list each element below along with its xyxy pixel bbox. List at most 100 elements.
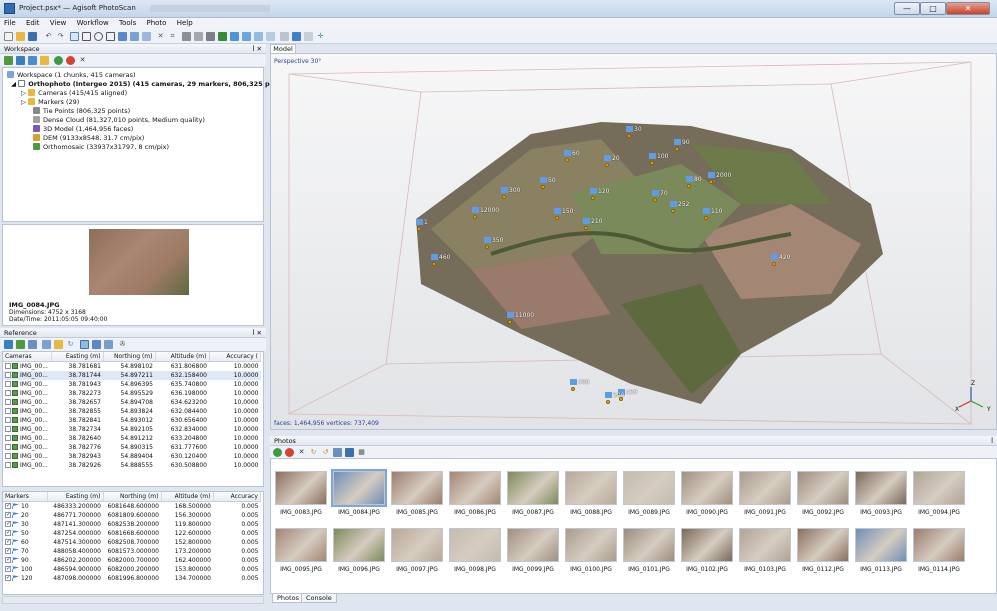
marker-500[interactable]: 500 <box>605 392 624 404</box>
camera-row[interactable]: IMG_00... 38.782855 54.893824 632.084400 10.… <box>3 407 261 416</box>
marker-checkbox[interactable] <box>5 520 11 528</box>
marker-100[interactable]: 100 <box>649 153 668 165</box>
camera-row[interactable]: IMG_00... 38.782273 54.895529 636.198000 10.… <box>3 389 261 398</box>
new-icon[interactable] <box>4 32 13 41</box>
export-icon[interactable] <box>16 340 25 349</box>
col-markers[interactable]: Markers <box>3 492 48 502</box>
camera-checkbox[interactable] <box>5 408 11 414</box>
tree-item-3d-model[interactable]: 3D Model (1,464,956 faces) <box>33 125 133 134</box>
marker-70[interactable]: 70 <box>652 190 668 202</box>
reset-filter-icon[interactable] <box>333 448 342 457</box>
move-region-icon[interactable] <box>118 32 127 41</box>
marker-checkbox[interactable] <box>5 565 11 573</box>
col-northing[interactable]: Northing (m) <box>103 352 156 362</box>
expand-icon[interactable]: ▷ <box>21 98 28 106</box>
marker-checkbox[interactable] <box>5 511 11 519</box>
save-icon[interactable] <box>28 32 37 41</box>
photo-thumbnail[interactable] <box>913 528 965 562</box>
col-altitude[interactable]: Altitude (m) <box>155 352 210 362</box>
tree-item-orthomosaic[interactable]: Orthomosaic (33937x31797, 8 cm/pix) <box>33 143 169 152</box>
photo-thumbnail[interactable] <box>275 471 327 505</box>
marker-90[interactable]: 90 <box>674 139 690 151</box>
marker-row[interactable]: 100 486594.900000 6082000.200000 153.800000… <box>3 565 261 574</box>
camera-checkbox[interactable] <box>5 417 11 423</box>
resize-region-icon[interactable] <box>130 32 139 41</box>
photo-thumbnail[interactable] <box>333 528 385 562</box>
reference-settings-icon[interactable]: ✇ <box>118 340 127 349</box>
marker-2000[interactable]: 2000 <box>708 172 731 184</box>
remove-photo-icon[interactable]: ✕ <box>297 448 306 457</box>
menu-file[interactable]: File <box>0 18 20 27</box>
menu-help[interactable]: Help <box>173 18 197 27</box>
camera-row[interactable]: IMG_00... 38.782943 54.889404 630.120400 10.… <box>3 452 261 461</box>
marker-row[interactable]: 30 487141.300000 6082538.200000 119.800000 0… <box>3 520 261 529</box>
tree-item-markers[interactable]: ▷ Markers (29) <box>21 98 79 107</box>
disable-photo-icon[interactable] <box>285 448 294 457</box>
view-source-icon[interactable] <box>80 340 89 349</box>
photo-thumbnail[interactable] <box>797 528 849 562</box>
marker-row[interactable]: 10 486333.200000 6081648.600000 168.500000 0… <box>3 502 261 512</box>
camera-checkbox[interactable] <box>5 435 11 441</box>
marker-150[interactable]: 150 <box>554 208 573 220</box>
camera-checkbox[interactable] <box>5 444 11 450</box>
photo-thumbnail[interactable] <box>391 528 443 562</box>
camera-row[interactable]: IMG_00... 38.781681 54.898102 631.806800 10.… <box>3 362 261 372</box>
marker-checkbox[interactable] <box>5 556 11 564</box>
col-easting[interactable]: Easting (m) <box>51 352 104 362</box>
view-options-icon[interactable]: ▦ <box>357 448 366 457</box>
camera-checkbox[interactable] <box>5 363 11 369</box>
camera-row[interactable]: IMG_00... 38.782776 54.890315 631.777600 10.… <box>3 443 261 452</box>
photo-thumbnail[interactable] <box>739 528 791 562</box>
remove-icon[interactable]: ✕ <box>78 56 87 65</box>
photo-thumbnail[interactable] <box>623 528 675 562</box>
tree-item-tie-points[interactable]: Tie Points (806,325 points) <box>33 107 130 116</box>
textured-icon[interactable] <box>242 32 251 41</box>
view-details-icon[interactable] <box>345 448 354 457</box>
rotate-left-icon[interactable]: ↺ <box>321 448 330 457</box>
marker-checkbox[interactable] <box>5 502 11 510</box>
marker-460[interactable]: 460 <box>431 254 450 266</box>
photo-thumbnail[interactable] <box>449 528 501 562</box>
tab-console[interactable]: Console <box>301 594 337 603</box>
col-altitude[interactable]: Altitude (m) <box>161 492 214 502</box>
shaded-icon[interactable] <box>206 32 215 41</box>
workspace-pin-close[interactable]: ꟾ ✕ <box>253 44 262 54</box>
photo-thumbnail[interactable] <box>507 471 559 505</box>
free-select-icon[interactable] <box>106 32 115 41</box>
photo-thumbnail[interactable] <box>623 471 675 505</box>
photo-thumbnail[interactable] <box>565 528 617 562</box>
menu-view[interactable]: View <box>46 18 71 27</box>
marker-30[interactable]: 30 <box>626 126 642 138</box>
rotate-right-icon[interactable]: ↻ <box>309 448 318 457</box>
navigation-icon[interactable] <box>70 32 79 41</box>
photo-thumbnail[interactable] <box>681 471 733 505</box>
marker-80[interactable]: 80 <box>686 176 702 188</box>
photo-thumbnail[interactable] <box>449 471 501 505</box>
camera-checkbox[interactable] <box>5 372 11 378</box>
marker-row[interactable]: 70 488058.400000 6081573.000000 173.200000 0… <box>3 547 261 556</box>
show-markers-icon[interactable] <box>292 32 301 41</box>
marker-row[interactable]: 90 486202.200000 6082000.700000 162.400000 0… <box>3 556 261 565</box>
col-easting[interactable]: Easting (m) <box>47 492 104 502</box>
marker-20[interactable]: 20 <box>604 155 620 167</box>
show-region-icon[interactable] <box>304 32 313 41</box>
marker-row[interactable]: 50 487254.000000 6081668.600000 122.600000 0… <box>3 529 261 538</box>
camera-row[interactable]: IMG_00... 38.782657 54.894708 634.623200 10.… <box>3 398 261 407</box>
camera-checkbox[interactable] <box>5 390 11 396</box>
marker-400[interactable]: 400 <box>570 379 589 391</box>
camera-row[interactable]: IMG_00... 38.781943 54.896395 635.740800 10.… <box>3 380 261 389</box>
col-accuracy[interactable]: Accuracy ( <box>209 352 261 362</box>
crop-selection-icon[interactable]: ⌗ <box>168 32 177 41</box>
marker-checkbox[interactable] <box>5 574 11 582</box>
tab-photos[interactable]: Photos <box>272 594 304 603</box>
undo-icon[interactable]: ↶ <box>44 32 53 41</box>
camera-checkbox[interactable] <box>5 453 11 459</box>
tree-root[interactable]: Workspace (1 chunks, 415 cameras) <box>7 71 136 80</box>
tree-chunk[interactable]: ◢ Orthophoto (Intergeo 2015) (415 camera… <box>11 80 304 89</box>
show-trackball-icon[interactable]: ✛ <box>316 32 325 41</box>
menu-tools[interactable]: Tools <box>115 18 140 27</box>
photo-thumbnail[interactable] <box>681 528 733 562</box>
marker-420[interactable]: 420 <box>771 254 790 266</box>
redo-icon[interactable]: ↷ <box>56 32 65 41</box>
marker-checkbox[interactable] <box>5 529 11 537</box>
